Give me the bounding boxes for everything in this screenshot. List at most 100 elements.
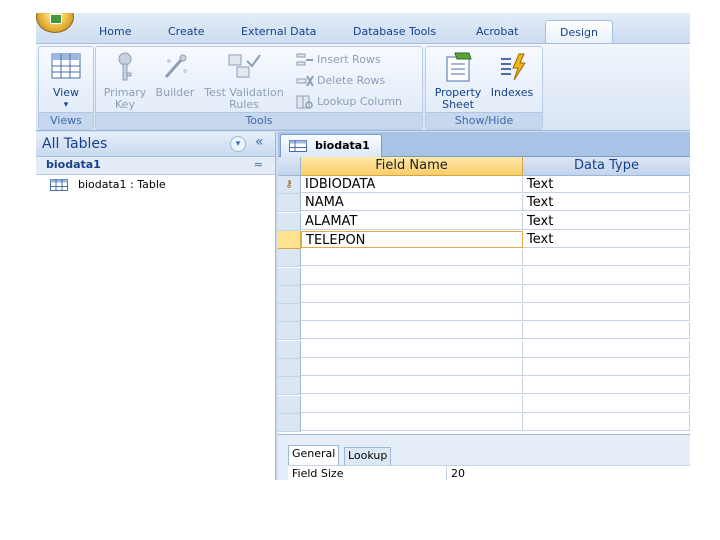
tab-acrobat[interactable]: Acrobat	[476, 25, 518, 38]
row-selector[interactable]	[278, 285, 301, 304]
property-sheet-button[interactable]: Property Sheet	[430, 51, 486, 111]
delete-rows-button[interactable]: Delete Rows	[296, 74, 385, 88]
column-header-field-name[interactable]: Field Name	[301, 157, 523, 176]
field-name-cell[interactable]	[301, 377, 523, 395]
data-type-cell[interactable]	[523, 377, 690, 395]
nav-item-biodata1-table[interactable]: biodata1 : Table	[50, 178, 166, 194]
shutter-bar-collapse-icon[interactable]: «	[255, 134, 264, 150]
nav-pane-title: All Tables	[42, 136, 108, 152]
delete-rows-label: Delete Rows	[317, 74, 386, 87]
field-name-cell[interactable]	[301, 340, 523, 358]
row-selector[interactable]	[278, 340, 301, 359]
row-selector[interactable]	[278, 230, 301, 249]
lookup-column-icon	[296, 95, 313, 109]
view-button[interactable]: View ▾	[43, 51, 89, 111]
row-selector[interactable]	[278, 359, 301, 377]
document-tab-label: biodata1	[315, 139, 370, 152]
field-name-cell[interactable]	[301, 267, 523, 285]
row-selector[interactable]	[278, 267, 301, 286]
builder-wand-icon	[164, 54, 187, 78]
data-type-cell[interactable]	[523, 413, 690, 431]
properties-tab-general[interactable]: General	[288, 445, 340, 465]
table-row[interactable]	[278, 395, 690, 414]
row-selector[interactable]	[278, 304, 301, 323]
datasheet-view-icon	[51, 53, 81, 79]
data-type-cell[interactable]	[523, 340, 690, 358]
field-name-cell[interactable]	[301, 249, 523, 267]
data-type-cell[interactable]	[523, 359, 690, 376]
data-type-cell[interactable]: Text	[523, 176, 690, 193]
table-row[interactable]	[278, 249, 690, 268]
field-name-cell[interactable]: TELEPON	[301, 230, 523, 248]
data-type-cell[interactable]	[523, 322, 690, 340]
property-row-field-size: Field Size 20	[288, 465, 690, 480]
table-row[interactable]: TELEPON Text	[278, 230, 690, 249]
table-row[interactable]	[278, 304, 690, 323]
document-tab-biodata1[interactable]: biodata1	[280, 134, 382, 157]
tab-external-data[interactable]: External Data	[241, 25, 316, 38]
row-selector[interactable]	[278, 194, 301, 213]
office-logo-icon	[50, 14, 62, 24]
nav-dropdown-icon[interactable]: ▾	[230, 136, 246, 152]
field-name-cell[interactable]	[301, 285, 523, 303]
row-selector[interactable]	[278, 322, 301, 341]
data-type-cell[interactable]	[523, 285, 690, 303]
access-window: Home Create External Data Database Tools…	[36, 13, 690, 480]
field-name-cell[interactable]: ALAMAT	[301, 212, 523, 230]
row-selector[interactable]	[278, 395, 301, 414]
field-name-cell[interactable]	[301, 322, 523, 340]
tab-design-label: Design	[560, 26, 598, 39]
table-row[interactable]	[278, 340, 690, 359]
data-type-cell[interactable]	[523, 304, 690, 322]
field-name-cell[interactable]	[301, 304, 523, 322]
primary-key-button[interactable]: Primary Key	[100, 51, 150, 111]
row-selector[interactable]	[278, 249, 301, 268]
properties-tab-lookup[interactable]: Lookup	[344, 447, 392, 465]
data-type-cell[interactable]: Text	[523, 212, 690, 230]
field-name-cell[interactable]	[301, 413, 523, 431]
table-row[interactable]: NAMA Text	[278, 194, 690, 213]
data-type-cell[interactable]	[523, 267, 690, 285]
table-row[interactable]	[278, 322, 690, 341]
table-icon	[50, 179, 68, 191]
table-row[interactable]: ⚷ IDBIODATA Text	[278, 176, 690, 194]
test-validation-rules-button[interactable]: Test Validation Rules	[200, 51, 288, 111]
view-dropdown-arrow-icon: ▾	[63, 100, 69, 110]
field-name-cell[interactable]	[301, 359, 523, 376]
field-size-input[interactable]: 20	[446, 466, 690, 480]
data-type-cell[interactable]	[523, 395, 690, 413]
nav-group-collapse-icon[interactable]: ≈	[254, 158, 263, 171]
indexes-lightning-icon	[501, 53, 526, 81]
tab-create[interactable]: Create	[168, 25, 205, 38]
row-selector[interactable]	[278, 212, 301, 231]
field-name-cell[interactable]: NAMA	[301, 194, 523, 212]
tab-database-tools[interactable]: Database Tools	[353, 25, 436, 38]
data-type-cell[interactable]: Text	[523, 194, 690, 212]
field-name-cell[interactable]: IDBIODATA	[301, 176, 523, 193]
navigation-pane-header[interactable]: All Tables ▾ «	[36, 132, 275, 157]
table-row[interactable]	[278, 285, 690, 304]
table-row[interactable]	[278, 413, 690, 432]
insert-rows-button[interactable]: Insert Rows	[296, 53, 381, 67]
table-row[interactable]: ALAMAT Text	[278, 212, 690, 231]
builder-button[interactable]: Builder	[152, 51, 198, 99]
row-selector[interactable]	[278, 413, 301, 432]
ribbon-tab-strip: Home Create External Data Database Tools…	[36, 13, 690, 44]
table-row[interactable]	[278, 267, 690, 286]
tools-group-title: Tools	[96, 112, 422, 129]
table-row[interactable]	[278, 359, 690, 377]
tab-home[interactable]: Home	[99, 25, 131, 38]
nav-group-biodata1[interactable]: biodata1 ≈	[36, 157, 275, 175]
data-type-cell[interactable]	[523, 249, 690, 267]
row-selector[interactable]	[278, 377, 301, 396]
table-row[interactable]	[278, 377, 690, 396]
column-header-data-type[interactable]: Data Type	[523, 157, 690, 176]
show-hide-group: Property Sheet Indexes Show/Hide	[425, 46, 543, 130]
field-name-cell[interactable]	[301, 395, 523, 413]
lookup-column-button[interactable]: Lookup Column	[296, 95, 402, 109]
tab-design[interactable]: Design	[545, 20, 613, 44]
indexes-button[interactable]: Indexes	[486, 51, 538, 99]
primary-key-icon[interactable]: ⚷	[278, 176, 301, 194]
data-type-cell[interactable]: Text	[523, 230, 690, 248]
select-all-corner[interactable]	[278, 157, 301, 176]
